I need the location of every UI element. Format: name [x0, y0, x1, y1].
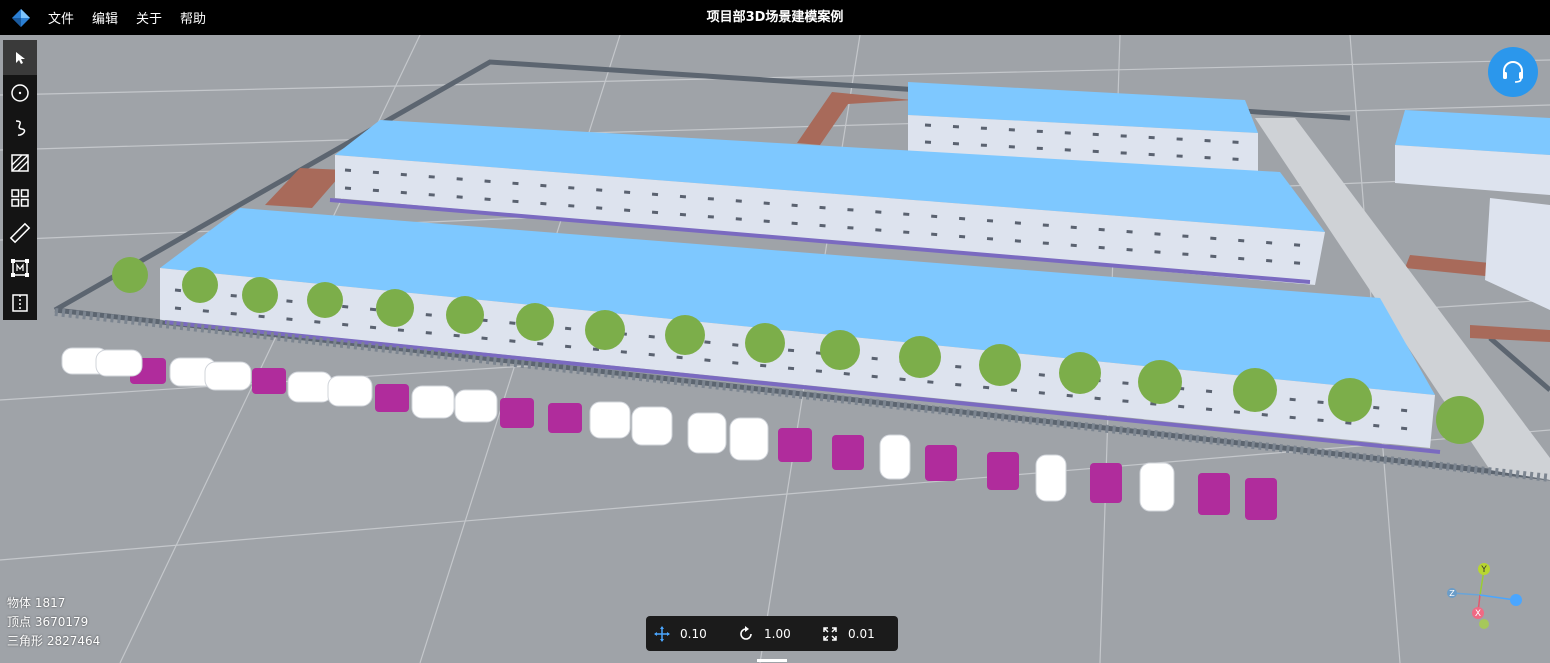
app-logo-icon[interactable] — [10, 7, 32, 29]
menu-help[interactable]: 帮助 — [180, 8, 206, 27]
move-arrows-icon — [654, 625, 670, 642]
menu-bar: 文件 编辑 关于 帮助 项目部3D场景建模案例 — [0, 0, 1550, 35]
menu-about[interactable]: 关于 — [136, 8, 162, 27]
measure-area-icon — [11, 258, 29, 277]
ruler-tool[interactable] — [3, 215, 37, 250]
grid-icon — [11, 188, 29, 207]
transform-step-bar: 0.10 1.00 0.01 — [646, 616, 898, 651]
select-icon — [16, 51, 25, 64]
neg-y-handle[interactable] — [1479, 619, 1489, 629]
triangle-count: 三角形 2827464 — [7, 634, 101, 648]
headset-icon — [1503, 61, 1523, 83]
object-count: 物体 1817 — [7, 596, 66, 610]
scale-expand-icon — [823, 626, 837, 641]
ruler-icon — [9, 222, 31, 243]
rotate-step[interactable]: 1.00 — [730, 625, 814, 642]
menu-file[interactable]: 文件 — [48, 8, 74, 27]
move-step[interactable]: 0.10 — [646, 625, 730, 642]
resize-handle[interactable] — [757, 659, 787, 662]
grid-tool[interactable] — [3, 180, 37, 215]
measure-area-tool[interactable] — [3, 250, 37, 285]
rotate-icon — [740, 625, 752, 640]
scale-step-value: 0.01 — [848, 626, 875, 641]
neg-x-handle[interactable] — [1510, 594, 1522, 606]
circle-icon — [11, 83, 29, 102]
scale-step[interactable]: 0.01 — [814, 626, 898, 642]
vertex-count: 顶点 3670179 — [7, 615, 89, 629]
scene-stats: 物体 1817 顶点 3670179 三角形 2827464 — [7, 594, 100, 651]
rotate-step-value: 1.00 — [764, 626, 791, 641]
split-view-icon — [12, 293, 28, 312]
area-hatch-tool[interactable] — [3, 145, 37, 180]
z-axis-label: Z — [1449, 589, 1455, 598]
area-hatch-icon — [11, 153, 29, 172]
x-axis-label: X — [1475, 609, 1481, 619]
split-view-tool[interactable] — [3, 285, 37, 320]
menu-edit[interactable]: 编辑 — [92, 8, 118, 27]
move-step-value: 0.10 — [680, 626, 707, 641]
customer-support-button[interactable] — [1488, 47, 1538, 97]
curve-icon — [15, 119, 26, 136]
axis-gizmo[interactable]: Y Z X — [1440, 560, 1530, 635]
select-tool[interactable] — [3, 40, 37, 75]
3d-viewport[interactable] — [0, 35, 1550, 663]
tool-palette — [3, 40, 37, 320]
page-title: 项目部3D场景建模案例 — [706, 10, 844, 25]
y-axis-label: Y — [1480, 565, 1487, 575]
circle-tool[interactable] — [3, 75, 37, 110]
curve-tool[interactable] — [3, 110, 37, 145]
